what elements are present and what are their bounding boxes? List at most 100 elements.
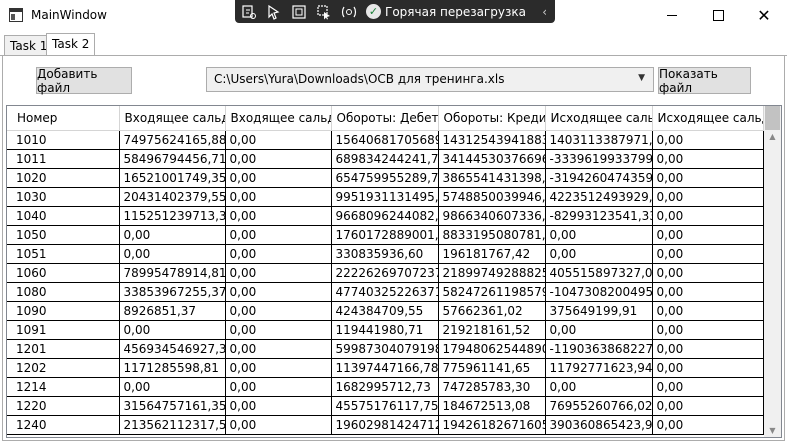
- table-cell[interactable]: 0,00: [652, 149, 764, 169]
- column-header[interactable]: Входящее сальдо: Дебет: [119, 106, 226, 131]
- table-cell[interactable]: 1760172889001,32: [331, 225, 439, 245]
- table-cell[interactable]: 0,00: [119, 377, 226, 397]
- table-cell[interactable]: 0,00: [119, 225, 226, 245]
- table-cell[interactable]: 1030: [12, 187, 120, 207]
- table-row[interactable]: 1090 8926851,37 0,00 424384709,55 57662361,0…: [7, 301, 764, 321]
- table-cell[interactable]: 0,00: [225, 130, 332, 150]
- column-header[interactable]: Обороты: Дебет: [331, 106, 439, 131]
- table-cell[interactable]: 3865541431398,25: [438, 168, 546, 188]
- table-cell[interactable]: 0,00: [652, 358, 764, 378]
- table-cell[interactable]: 0,00: [225, 206, 332, 226]
- table-cell[interactable]: 1051: [12, 244, 120, 264]
- table-cell[interactable]: 0,00: [225, 358, 332, 378]
- table-row[interactable]: 1220 31564757161,35 0,00 45575176117,75 1846…: [7, 396, 764, 416]
- table-cell[interactable]: 0,00: [652, 263, 764, 283]
- track-focused-element-button[interactable]: [313, 2, 335, 22]
- table-cell[interactable]: 21899749288825,5: [438, 263, 546, 283]
- table-cell[interactable]: 0,00: [652, 187, 764, 207]
- table-cell[interactable]: 0,00: [119, 244, 226, 264]
- table-cell[interactable]: 8833195080781,04: [438, 225, 546, 245]
- tab-task-2[interactable]: Task 2: [46, 33, 96, 57]
- table-row[interactable]: 108033853967255,370,0047740325226371,358…: [7, 282, 764, 302]
- table-cell[interactable]: 390360865423,96: [545, 415, 653, 435]
- table-cell[interactable]: 0,00: [225, 396, 332, 416]
- table-cell[interactable]: 58496794456,71: [119, 149, 226, 169]
- table-cell[interactable]: 0,00: [225, 377, 332, 397]
- table-row[interactable]: 1091 0,00 0,00 119441980,71 219218161,52 0,00…: [7, 320, 764, 340]
- table-row[interactable]: 101074975624165,880,0015640681705689,314…: [7, 130, 764, 150]
- table-cell[interactable]: 16521001749,35: [119, 168, 226, 188]
- table-row[interactable]: 1240213562112317,580,0019602981424712,11…: [7, 415, 764, 435]
- table-cell[interactable]: 1060: [12, 263, 120, 283]
- table-cell[interactable]: 775961141,65: [438, 358, 546, 378]
- table-cell[interactable]: -119036386822778: [545, 339, 653, 359]
- table-cell[interactable]: 0,00: [225, 301, 332, 321]
- table-cell[interactable]: 58247261198579,5: [438, 282, 546, 302]
- table-cell[interactable]: 33853967255,37: [119, 282, 226, 302]
- table-cell[interactable]: 0,00: [652, 415, 764, 435]
- table-cell[interactable]: 9866340607336,70: [438, 206, 546, 226]
- vertical-scrollbar[interactable]: ▲ ▼: [764, 106, 781, 437]
- minimize-button[interactable]: [649, 0, 695, 31]
- table-cell[interactable]: 0,00: [545, 225, 653, 245]
- add-file-button[interactable]: Добавить файл: [36, 67, 132, 95]
- table-cell[interactable]: 654759955289,74: [331, 168, 439, 188]
- table-cell[interactable]: 78995478914,81: [119, 263, 226, 283]
- table-cell[interactable]: 8926851,37: [119, 301, 226, 321]
- table-cell[interactable]: 1040: [12, 206, 120, 226]
- table-cell[interactable]: 213562112317,58: [119, 415, 226, 435]
- table-cell[interactable]: 179480625448903,: [438, 339, 546, 359]
- table-cell[interactable]: 1011: [12, 149, 120, 169]
- table-cell[interactable]: 34144530376696,7: [438, 149, 546, 169]
- table-cell[interactable]: 1220: [12, 396, 120, 416]
- table-cell[interactable]: 0,00: [652, 206, 764, 226]
- table-cell[interactable]: 47740325226371,3: [331, 282, 439, 302]
- table-cell[interactable]: 1050: [12, 225, 120, 245]
- table-cell[interactable]: 9668096244082,00: [331, 206, 439, 226]
- table-cell[interactable]: 15640681705689,3: [331, 130, 439, 150]
- table-cell[interactable]: 11397447166,78: [331, 358, 439, 378]
- column-header[interactable]: Исходящее сальдо: Дебет: [545, 106, 653, 131]
- table-cell[interactable]: 0,00: [225, 263, 332, 283]
- table-cell[interactable]: 0,00: [652, 282, 764, 302]
- table-cell[interactable]: 0,00: [225, 168, 332, 188]
- table-cell[interactable]: 1201: [12, 339, 120, 359]
- table-cell[interactable]: 1020: [12, 168, 120, 188]
- accessibility-checker-button[interactable]: [338, 2, 360, 22]
- table-cell[interactable]: 219218161,52: [438, 320, 546, 340]
- table-cell[interactable]: 5748850039946,01: [438, 187, 546, 207]
- table-row[interactable]: 1020 16521001749,35 0,00 654759955289,74 386…: [7, 168, 764, 188]
- table-row[interactable]: 10500,000,001760172889001,32883319508078…: [7, 225, 764, 245]
- scroll-down-arrow-icon[interactable]: ▼: [764, 425, 781, 437]
- table-cell[interactable]: 747285783,30: [438, 377, 546, 397]
- table-cell[interactable]: 1010: [12, 130, 120, 150]
- table-cell[interactable]: 1202: [12, 358, 120, 378]
- table-cell[interactable]: 1171285598,81: [119, 358, 226, 378]
- select-element-button[interactable]: [263, 2, 285, 22]
- table-cell[interactable]: 330835936,60: [331, 244, 439, 264]
- table-cell[interactable]: 0,00: [225, 320, 332, 340]
- table-cell[interactable]: 76955260766,02: [545, 396, 653, 416]
- table-cell[interactable]: 115251239713,38: [119, 206, 226, 226]
- table-row[interactable]: 106078995478914,810,0022226269707237,721…: [7, 263, 764, 283]
- table-cell[interactable]: 31564757161,35: [119, 396, 226, 416]
- table-cell[interactable]: -3194260474359,1: [545, 168, 653, 188]
- table-cell[interactable]: 1403113387971,67: [545, 130, 653, 150]
- maximize-button[interactable]: [695, 0, 741, 31]
- table-row[interactable]: 1040115251239713,380,009668096244082,009…: [7, 206, 764, 226]
- table-cell[interactable]: 1090: [12, 301, 120, 321]
- table-cell[interactable]: 456934546927,30: [119, 339, 226, 359]
- table-cell[interactable]: 0,00: [652, 396, 764, 416]
- table-cell[interactable]: 405515897327,02: [545, 263, 653, 283]
- table-cell[interactable]: 14312543941883,5: [438, 130, 546, 150]
- file-path-combobox[interactable]: C:\Users\Yura\Downloads\ОСВ для тренинга…: [206, 67, 654, 92]
- column-header[interactable]: Исходящее сальдо: Кредит: [652, 106, 764, 131]
- table-cell[interactable]: 22226269707237,7: [331, 263, 439, 283]
- table-cell[interactable]: 424384709,55: [331, 301, 439, 321]
- table-cell[interactable]: 11792771623,94: [545, 358, 653, 378]
- table-cell[interactable]: 19426182671605,7: [438, 415, 546, 435]
- table-cell[interactable]: 375649199,91: [545, 301, 653, 321]
- table-cell[interactable]: 0,00: [225, 415, 332, 435]
- table-cell[interactable]: 57662361,02: [438, 301, 546, 321]
- table-cell[interactable]: 0,00: [652, 225, 764, 245]
